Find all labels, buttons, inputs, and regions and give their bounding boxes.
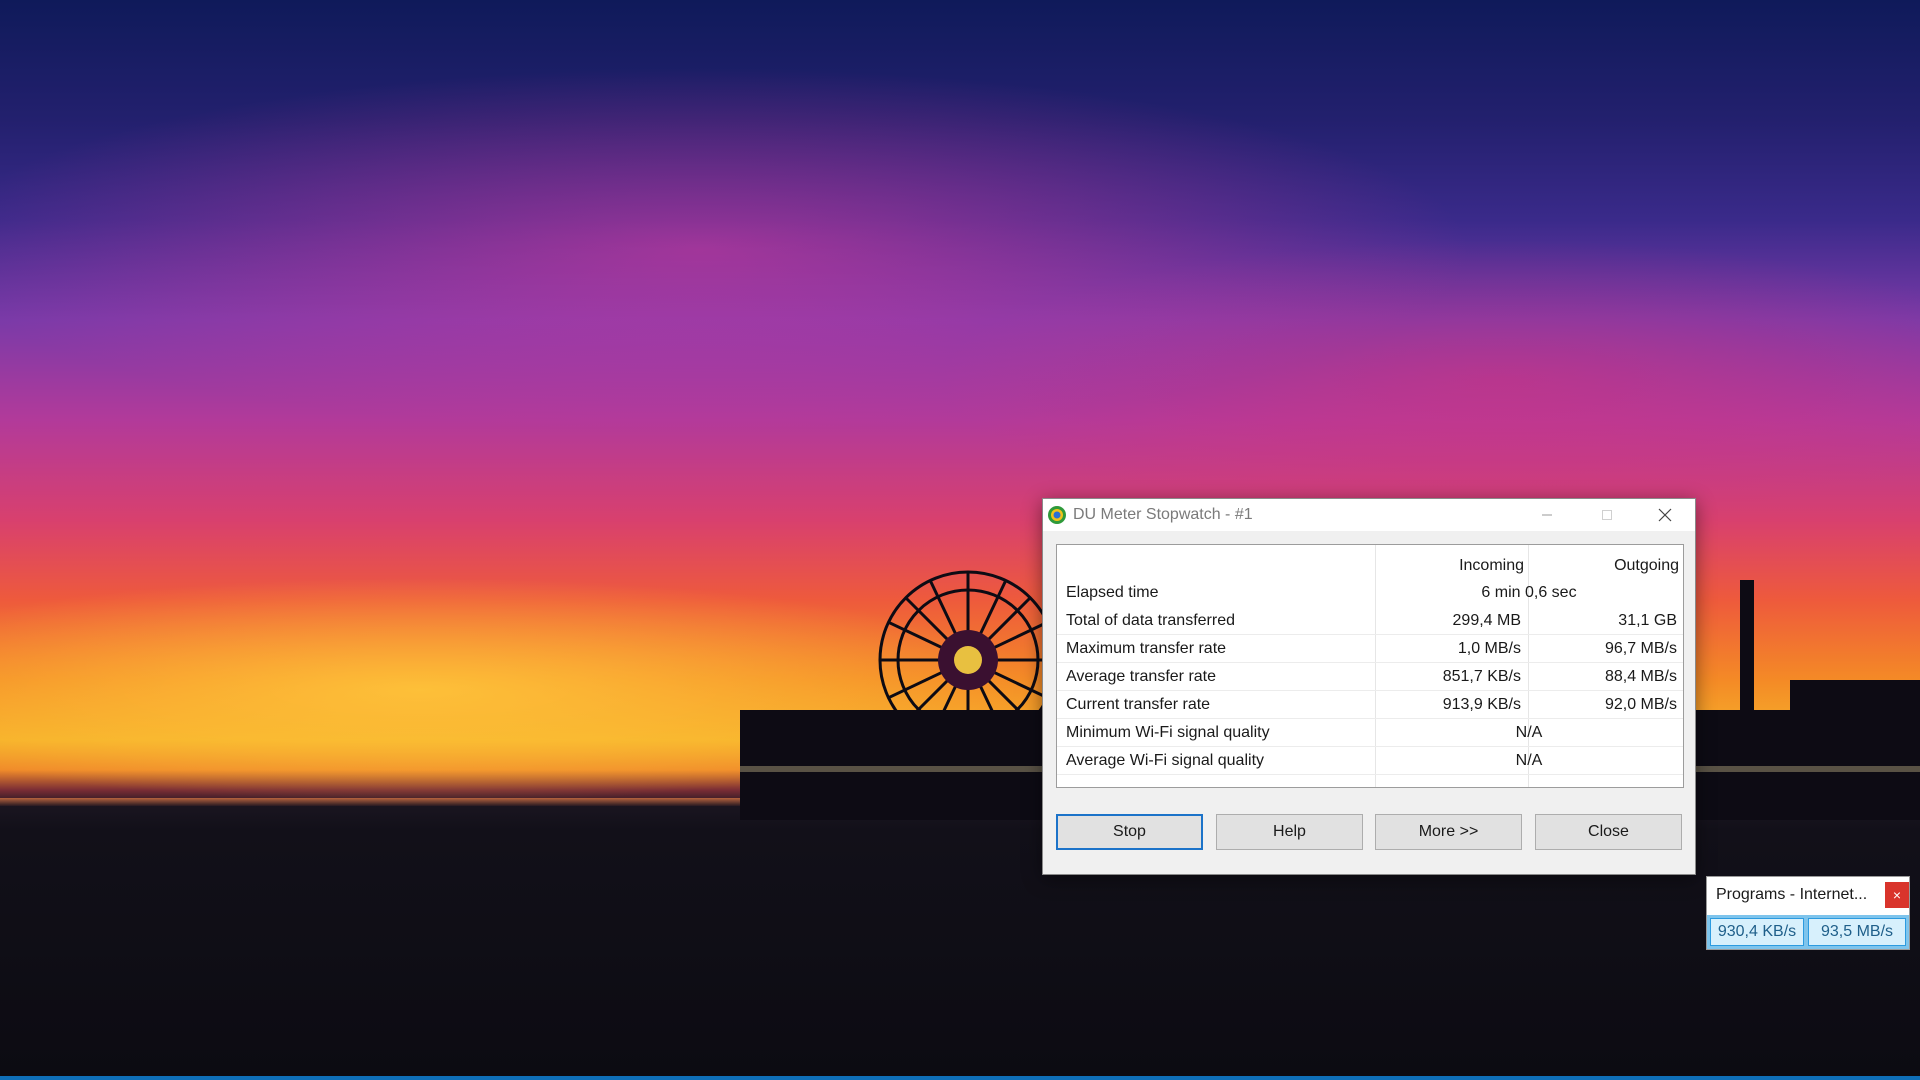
avg-wifi-value: N/A (1515, 752, 1543, 769)
maximize-icon (1602, 510, 1612, 520)
table-row-total-data: Total of data transferred 299,4 MB 31,1 … (1057, 607, 1683, 635)
du-meter-mini-widget[interactable]: Programs - Internet... × 930,4 KB/s 93,5… (1706, 876, 1910, 950)
incoming-value: 299,4 MB (1452, 612, 1521, 629)
close-button[interactable]: Close (1535, 814, 1682, 850)
more-button[interactable]: More >> (1375, 814, 1522, 850)
stop-button[interactable]: Stop (1056, 814, 1203, 850)
du-meter-stopwatch-window: DU Meter Stopwatch - #1 Incoming Outgoin… (1042, 498, 1696, 875)
incoming-column-header: Incoming (1459, 557, 1524, 574)
outgoing-column-header: Outgoing (1614, 557, 1679, 574)
min-wifi-value: N/A (1515, 724, 1543, 741)
incoming-value: 1,0 MB/s (1457, 640, 1521, 657)
minimize-button[interactable] (1517, 499, 1577, 531)
incoming-value: 913,9 KB/s (1442, 696, 1521, 713)
mini-rate-bar: 930,4 KB/s 93,5 MB/s (1707, 915, 1909, 949)
table-row-avg-rate: Average transfer rate 851,7 KB/s 88,4 MB… (1057, 663, 1683, 691)
outgoing-rate-readout: 93,5 MB/s (1808, 918, 1906, 946)
du-meter-app-icon (1048, 506, 1066, 524)
incoming-value: 851,7 KB/s (1442, 668, 1521, 685)
table-row-max-rate: Maximum transfer rate 1,0 MB/s 96,7 MB/s (1057, 635, 1683, 663)
row-label: Average Wi-Fi signal quality (1066, 752, 1265, 769)
outgoing-value: 96,7 MB/s (1604, 640, 1677, 657)
row-label: Current transfer rate (1066, 696, 1211, 713)
maximize-button[interactable] (1577, 499, 1637, 531)
table-row-min-wifi-quality: Minimum Wi-Fi signal quality N/A (1057, 719, 1683, 747)
help-button[interactable]: Help (1216, 814, 1363, 850)
window-title: DU Meter Stopwatch - #1 (1073, 506, 1253, 523)
table-row-avg-wifi-quality: Average Wi-Fi signal quality N/A (1057, 747, 1683, 775)
table-row-current-rate: Current transfer rate 913,9 KB/s 92,0 MB… (1057, 691, 1683, 719)
stats-table: Incoming Outgoing Elapsed time 6 min 0,6… (1056, 544, 1684, 788)
row-label: Elapsed time (1066, 584, 1159, 601)
outgoing-value: 92,0 MB/s (1604, 696, 1677, 713)
row-label: Average transfer rate (1066, 668, 1217, 685)
minimize-icon (1542, 514, 1552, 516)
mini-widget-title: Programs - Internet... (1716, 886, 1868, 903)
outgoing-value: 88,4 MB/s (1604, 668, 1677, 685)
taskbar-edge (0, 1076, 1920, 1080)
row-label: Maximum transfer rate (1066, 640, 1227, 657)
incoming-rate-readout: 930,4 KB/s (1710, 918, 1804, 946)
outgoing-value: 31,1 GB (1618, 612, 1677, 629)
row-label: Minimum Wi-Fi signal quality (1066, 724, 1270, 741)
close-window-button[interactable] (1635, 499, 1695, 531)
elapsed-time-value: 6 min 0,6 sec (1481, 584, 1577, 601)
row-label: Total of data transferred (1066, 612, 1235, 629)
table-row-elapsed-time: Elapsed time 6 min 0,6 sec (1057, 579, 1683, 607)
mini-widget-close-button[interactable]: × (1885, 882, 1909, 908)
close-icon (1658, 508, 1672, 522)
title-bar[interactable]: DU Meter Stopwatch - #1 (1043, 499, 1695, 531)
